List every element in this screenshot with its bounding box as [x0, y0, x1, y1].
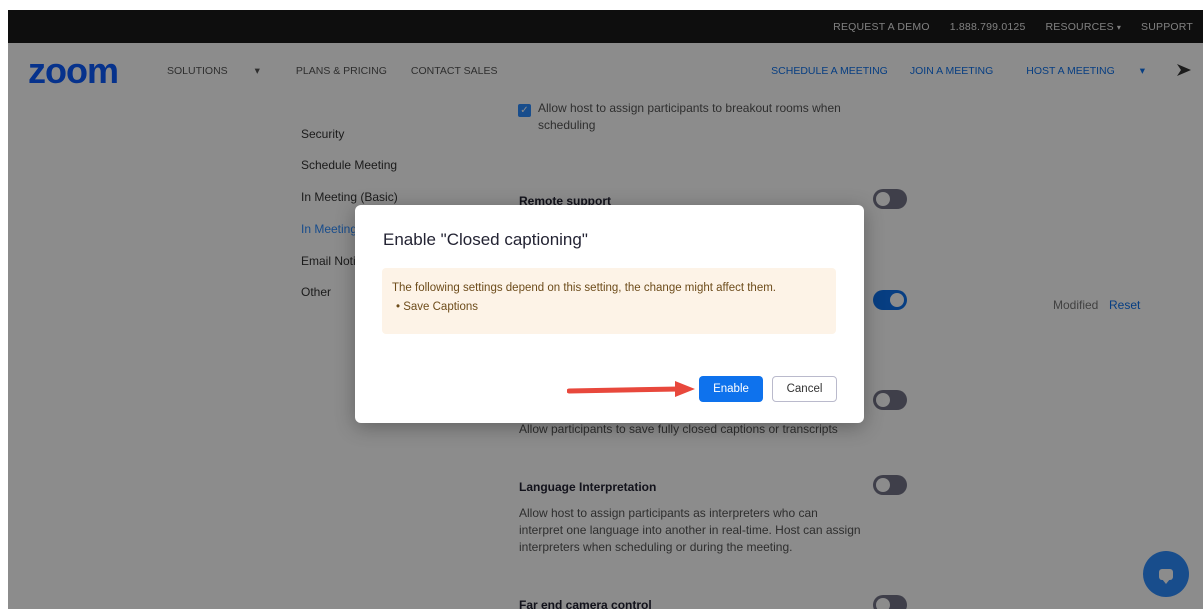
enable-closed-captioning-dialog: Enable "Closed captioning" The following…: [355, 205, 864, 423]
enable-button[interactable]: Enable: [699, 376, 763, 402]
red-arrow-annotation: [567, 381, 695, 397]
dependency-warning: The following settings depend on this se…: [382, 268, 836, 334]
affected-setting-item: • Save Captions: [396, 301, 479, 313]
cancel-button[interactable]: Cancel: [772, 376, 837, 402]
dialog-title: Enable "Closed captioning": [383, 230, 588, 249]
browser-page: REQUEST A DEMO 1.888.799.0125 RESOURCES ▾…: [8, 10, 1203, 609]
warning-text: The following settings depend on this se…: [392, 282, 776, 294]
